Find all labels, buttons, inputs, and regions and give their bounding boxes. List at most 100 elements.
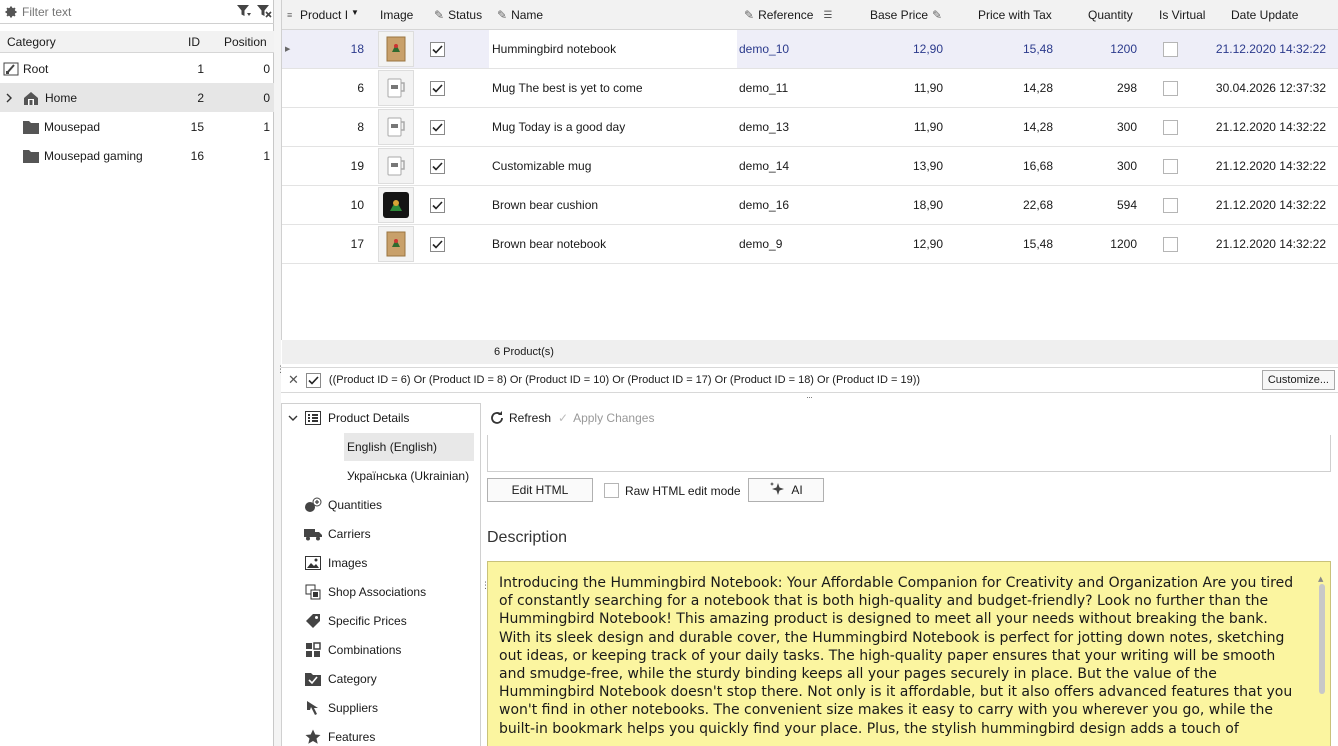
nav-images[interactable]: Images [304, 551, 503, 575]
category-row-home[interactable]: Home 2 0 [0, 83, 274, 112]
cell-reference[interactable]: demo_11 [737, 69, 841, 107]
ai-button[interactable]: AI [748, 478, 824, 502]
cell-status[interactable] [416, 69, 488, 107]
apply-changes-button[interactable]: ✓ Apply Changes [558, 409, 654, 427]
cell-product-id[interactable]: 6 [294, 69, 364, 107]
chevron-down-icon[interactable] [288, 414, 304, 422]
cell-image[interactable] [376, 30, 416, 68]
table-row[interactable]: 10 Brown bear cushion demo_16 18,90 22,68 594… [282, 186, 1338, 225]
cell-name[interactable]: Brown bear cushion [489, 186, 737, 224]
header-price-tax[interactable]: Price with Tax [978, 0, 1052, 30]
nav-lang-english[interactable]: English (English) [344, 433, 474, 461]
header-is-virtual[interactable]: Is Virtual [1159, 0, 1205, 30]
cell-price-tax[interactable]: 15,48 [943, 225, 1053, 263]
filter-icon[interactable] [236, 3, 252, 22]
is-virtual-checkbox[interactable] [1162, 119, 1178, 135]
description-scrollbar[interactable]: ▲ [1318, 570, 1326, 746]
cell-quantity[interactable]: 1200 [1053, 30, 1137, 68]
table-row[interactable]: 8 Mug Today is a good day demo_13 11,90 14,2… [282, 108, 1338, 147]
cell-base-price[interactable]: 12,90 [841, 30, 943, 68]
is-virtual-checkbox[interactable] [1162, 41, 1178, 57]
cell-image[interactable] [376, 147, 416, 185]
cell-product-id[interactable]: 8 [294, 108, 364, 146]
cell-is-virtual[interactable] [1137, 108, 1225, 146]
cell-date-update[interactable]: 21.12.2020 14:32:22 [1216, 108, 1326, 146]
header-date-update[interactable]: Date Update [1231, 0, 1298, 30]
cell-date-update[interactable]: 21.12.2020 14:32:22 [1216, 30, 1326, 68]
status-checkbox[interactable] [429, 119, 445, 135]
cell-base-price[interactable]: 18,90 [841, 186, 943, 224]
cell-product-id[interactable]: 17 [294, 225, 364, 263]
table-row[interactable]: 6 Mug The best is yet to come demo_11 11,90… [282, 69, 1338, 108]
header-base-price[interactable]: Base Price ✎ [870, 0, 942, 30]
nav-features[interactable]: Features [304, 725, 503, 746]
nav-carriers[interactable]: Carriers [304, 522, 503, 546]
position-header[interactable]: Position [224, 35, 267, 49]
status-checkbox[interactable] [429, 236, 445, 252]
cell-reference[interactable]: demo_10 [737, 30, 841, 68]
header-product-id[interactable]: Product I ▼ [300, 0, 359, 30]
is-virtual-checkbox[interactable] [1162, 236, 1178, 252]
cell-is-virtual[interactable] [1137, 30, 1225, 68]
cell-image[interactable] [376, 186, 416, 224]
clear-filter-icon[interactable] [256, 3, 272, 22]
cell-quantity[interactable]: 298 [1053, 69, 1137, 107]
cell-date-update[interactable]: 30.04.2026 12:37:32 [1216, 69, 1326, 107]
cell-price-tax[interactable]: 22,68 [943, 186, 1053, 224]
status-checkbox[interactable] [429, 197, 445, 213]
status-checkbox[interactable] [429, 41, 445, 57]
header-name[interactable]: ✎ Name [497, 0, 543, 30]
header-reference[interactable]: ✎ Reference ☰ [744, 0, 832, 30]
cell-price-tax[interactable]: 14,28 [943, 108, 1053, 146]
cell-date-update[interactable]: 21.12.2020 14:32:22 [1216, 147, 1326, 185]
cell-reference[interactable]: demo_13 [737, 108, 841, 146]
nav-quantities[interactable]: Quantities [304, 493, 503, 517]
cell-status[interactable] [416, 186, 488, 224]
cell-reference[interactable]: demo_14 [737, 147, 841, 185]
cell-reference[interactable]: demo_16 [737, 186, 841, 224]
cell-name[interactable]: Brown bear notebook [489, 225, 737, 263]
filter-expression-text[interactable]: ((Product ID = 6) Or (Product ID = 8) Or… [329, 374, 920, 386]
status-checkbox[interactable] [429, 158, 445, 174]
filter-input[interactable] [22, 1, 222, 22]
customize-button[interactable]: Customize... [1261, 370, 1335, 390]
close-icon[interactable]: ✕ [288, 372, 299, 388]
cell-is-virtual[interactable] [1137, 147, 1225, 185]
cell-quantity[interactable]: 300 [1053, 147, 1137, 185]
nav-shop-associations[interactable]: Shop Associations [304, 580, 503, 604]
cell-is-virtual[interactable] [1137, 186, 1225, 224]
refresh-button[interactable]: Refresh [489, 409, 551, 427]
cell-status[interactable] [416, 147, 488, 185]
header-quantity[interactable]: Quantity [1088, 0, 1133, 30]
status-checkbox[interactable] [429, 80, 445, 96]
nav-product-details[interactable]: Product Details [282, 406, 481, 430]
cell-image[interactable] [376, 225, 416, 263]
cell-date-update[interactable]: 21.12.2020 14:32:22 [1216, 225, 1326, 263]
header-image[interactable]: Image [380, 0, 413, 30]
header-status[interactable]: ✎ Status [434, 0, 482, 30]
column-chooser-icon[interactable]: ≡ [287, 0, 292, 30]
cell-image[interactable] [376, 108, 416, 146]
cell-date-update[interactable]: 21.12.2020 14:32:22 [1216, 186, 1326, 224]
cell-product-id[interactable]: 18 [294, 30, 364, 68]
table-row[interactable]: 19 Customizable mug demo_14 13,90 16,68 300 21… [282, 147, 1338, 186]
description-editor[interactable]: Introducing the Hummingbird Notebook: Yo… [487, 561, 1331, 746]
cell-price-tax[interactable]: 15,48 [943, 30, 1053, 68]
cell-base-price[interactable]: 13,90 [841, 147, 943, 185]
cell-is-virtual[interactable] [1137, 225, 1225, 263]
gear-icon[interactable] [0, 1, 22, 23]
raw-html-checkbox[interactable] [604, 483, 619, 498]
cell-image[interactable] [376, 69, 416, 107]
cell-status[interactable] [416, 30, 488, 68]
cell-status[interactable] [416, 108, 488, 146]
cell-reference[interactable]: demo_9 [737, 225, 841, 263]
cell-base-price[interactable]: 11,90 [841, 69, 943, 107]
cell-product-id[interactable]: 19 [294, 147, 364, 185]
cell-product-id[interactable]: 10 [294, 186, 364, 224]
is-virtual-checkbox[interactable] [1162, 158, 1178, 174]
category-row-root[interactable]: Root 1 0 [0, 54, 274, 83]
raw-html-toggle[interactable]: Raw HTML edit mode [604, 483, 741, 498]
nav-category[interactable]: Category [304, 667, 503, 691]
cell-name[interactable]: Customizable mug [489, 147, 737, 185]
category-row-mousepad[interactable]: Mousepad 15 1 [0, 112, 274, 141]
